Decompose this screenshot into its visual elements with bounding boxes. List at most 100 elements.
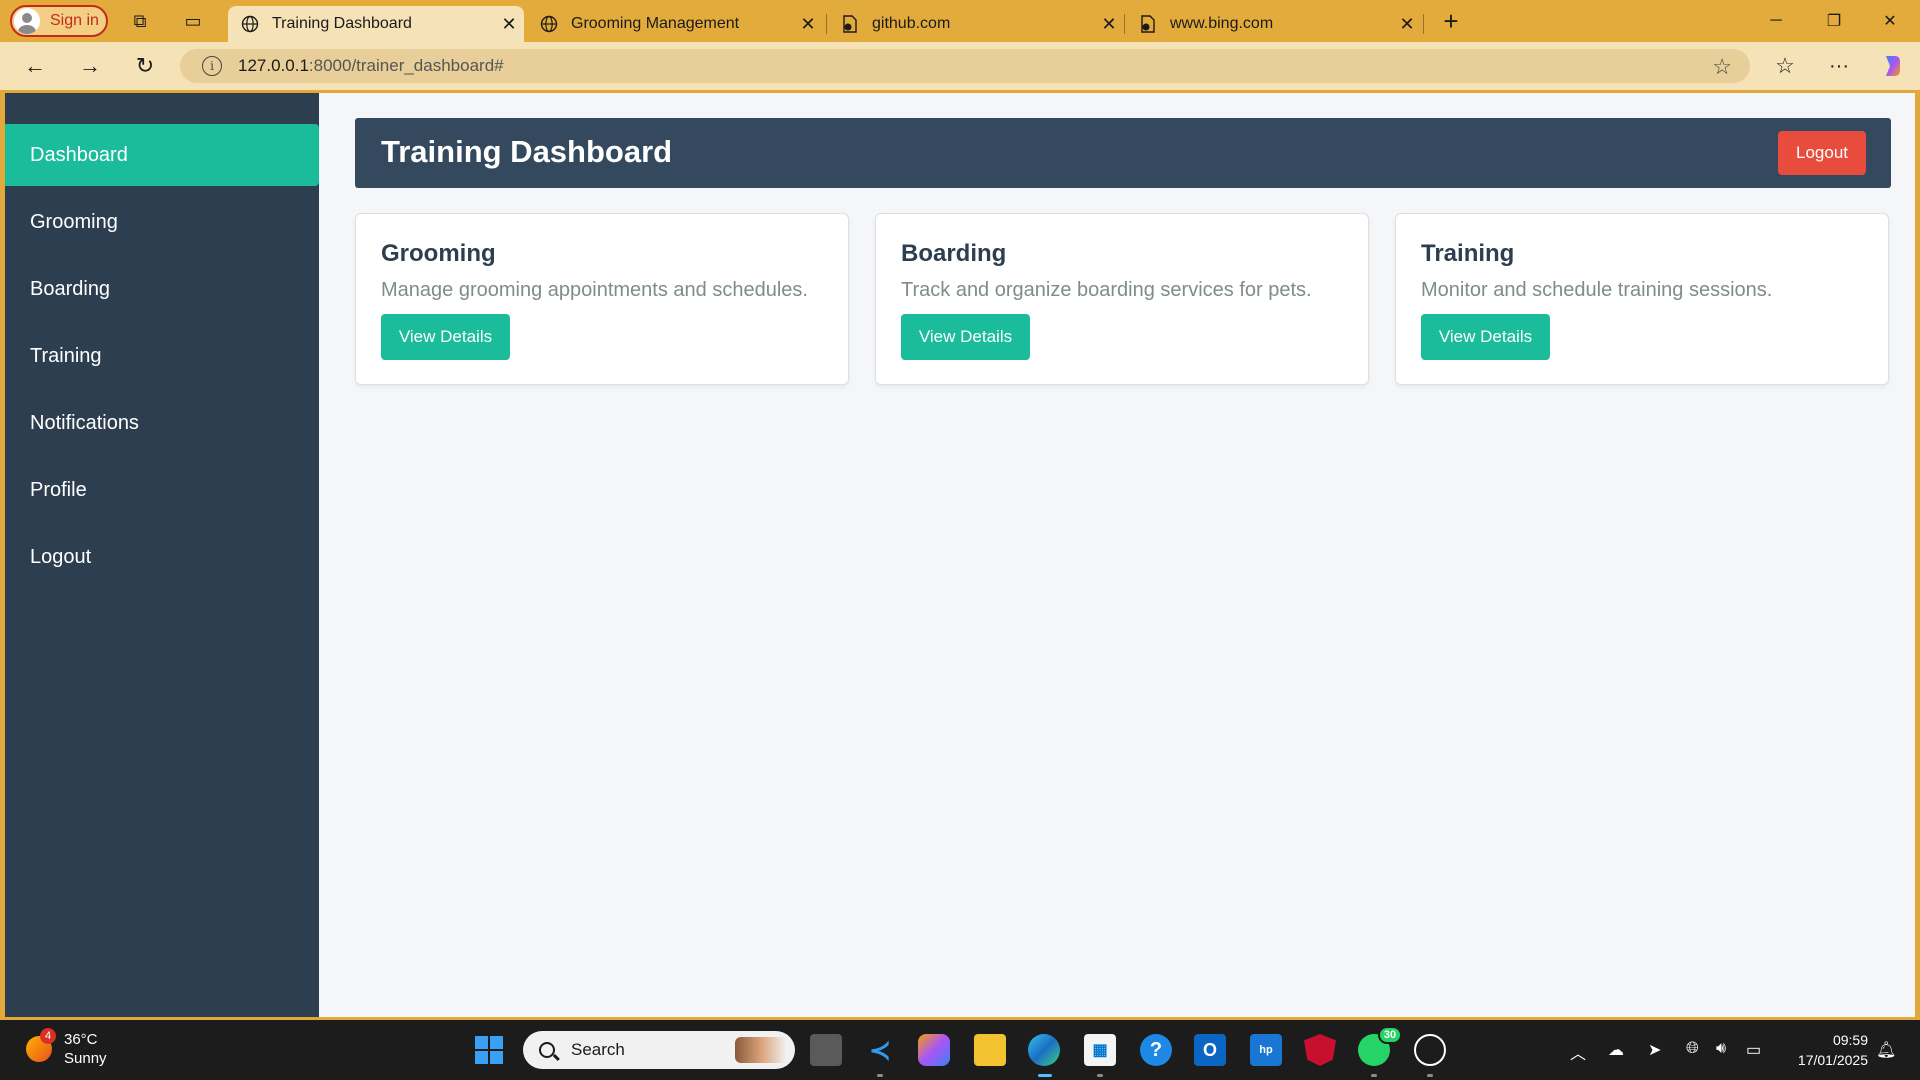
temperature: 36°C (64, 1031, 98, 1048)
view-details-button[interactable]: View Details (901, 314, 1030, 360)
taskbar-search[interactable]: Search (523, 1031, 795, 1069)
restore-icon[interactable]: ❐ (1806, 0, 1862, 42)
edge-icon[interactable] (1028, 1034, 1060, 1066)
new-tab-icon[interactable]: + (1439, 6, 1463, 36)
sign-in-label: Sign in (50, 12, 99, 29)
store-icon[interactable]: ▦ (1084, 1034, 1116, 1066)
sign-in-button[interactable]: Sign in (10, 5, 108, 37)
whatsapp-icon[interactable]: 30 (1358, 1026, 1402, 1066)
favorite-star-icon[interactable]: ☆ (1712, 54, 1732, 80)
tab-training-dashboard[interactable]: Training Dashboard ✕ (228, 6, 524, 42)
clock[interactable]: 09:59 17/01/2025 (1798, 1030, 1868, 1070)
tab-github[interactable]: github.com ✕ (828, 6, 1124, 42)
running-app-indicator (877, 1074, 883, 1077)
card-title: Boarding (901, 240, 1007, 267)
close-icon[interactable]: ✕ (494, 14, 524, 35)
sidebar-item-boarding[interactable]: Boarding (5, 258, 319, 320)
tab-grooming-management[interactable]: Grooming Management ✕ (527, 6, 823, 42)
page-title: Training Dashboard (381, 134, 673, 169)
card-grooming: Grooming Manage grooming appointments an… (355, 213, 849, 385)
copilot-icon[interactable] (1878, 52, 1908, 80)
forward-icon[interactable]: → (75, 52, 105, 80)
onedrive-icon[interactable]: ☁ (1608, 1040, 1624, 1060)
card-description: Track and organize boarding services for… (901, 279, 1312, 301)
weather-badge: 4 (40, 1028, 56, 1044)
running-app-indicator (1371, 1074, 1377, 1077)
sidebar: Dashboard Grooming Boarding Training Not… (5, 93, 319, 1017)
card-title: Training (1421, 240, 1515, 267)
weather-condition: Sunny (64, 1050, 107, 1067)
taskbar: 4 36°C Sunny Search ≺ ▦ ? O hp 30 ︿ ☁ ➤ … (0, 1020, 1920, 1080)
globe-icon (240, 14, 260, 34)
logout-button[interactable]: Logout (1778, 131, 1866, 175)
search-icon (539, 1042, 555, 1058)
copilot-app-icon[interactable] (918, 1034, 950, 1066)
weather-sun-icon: 4 (26, 1028, 56, 1062)
window-close-icon[interactable]: ✕ (1862, 0, 1918, 42)
profile-avatar-icon (14, 8, 40, 34)
card-title: Grooming (381, 240, 496, 267)
tab-divider (826, 14, 827, 34)
mcafee-icon[interactable] (1304, 1034, 1336, 1066)
battery-icon[interactable]: ▭ (1746, 1040, 1761, 1060)
network-icon[interactable]: 🌐︎ (1686, 1040, 1699, 1058)
whatsapp-badge: 30 (1378, 1026, 1402, 1044)
notification-bell-icon[interactable]: 🔔︎ (1876, 1040, 1896, 1060)
tab-title: www.bing.com (1170, 15, 1274, 32)
sidebar-item-label: Logout (30, 545, 92, 568)
tab-bing[interactable]: www.bing.com ✕ (1126, 6, 1422, 42)
url-text[interactable]: 127.0.0.1:8000/trainer_dashboard# (238, 56, 504, 76)
start-icon[interactable] (473, 1034, 505, 1066)
tab-actions-icon[interactable]: ▭ (181, 9, 205, 33)
browser-toolbar: ← → ↻ i 127.0.0.1:8000/trainer_dashboard… (0, 42, 1920, 90)
sidebar-item-training[interactable]: Training (5, 325, 319, 387)
favorites-icon[interactable]: ☆ (1770, 52, 1800, 80)
sidebar-item-grooming[interactable]: Grooming (5, 191, 319, 253)
search-label: Search (571, 1040, 625, 1059)
volume-icon[interactable]: 🔊︎ (1716, 1040, 1726, 1058)
help-icon[interactable]: ? (1140, 1034, 1172, 1066)
minimize-icon[interactable]: ─ (1748, 0, 1804, 42)
close-icon[interactable]: ✕ (1392, 14, 1422, 35)
workspaces-icon[interactable]: ⧉ (128, 9, 152, 33)
chatgpt-icon[interactable] (1414, 1034, 1446, 1066)
task-view-icon[interactable] (810, 1034, 842, 1066)
more-options-icon[interactable]: ··· (1824, 52, 1854, 80)
card-training: Training Monitor and schedule training s… (1395, 213, 1889, 385)
back-icon[interactable]: ← (20, 52, 50, 80)
tab-title: Training Dashboard (272, 15, 412, 32)
view-details-button[interactable]: View Details (381, 314, 510, 360)
sidebar-item-label: Notifications (30, 411, 139, 434)
refresh-icon[interactable]: ↻ (130, 52, 160, 80)
main-content: Training Dashboard Logout Grooming Manag… (319, 93, 1915, 1017)
myhp-icon[interactable]: hp (1250, 1034, 1282, 1066)
close-icon[interactable]: ✕ (1094, 14, 1124, 35)
browser-tab-strip: Sign in ⧉ ▭ Training Dashboard ✕ Groomin… (0, 0, 1920, 42)
url-host: 127.0.0.1 (238, 56, 309, 75)
location-icon[interactable]: ➤ (1648, 1040, 1661, 1060)
sidebar-item-profile[interactable]: Profile (5, 459, 319, 521)
view-details-button[interactable]: View Details (1421, 314, 1550, 360)
close-icon[interactable]: ✕ (793, 14, 823, 35)
chevron-up-icon[interactable]: ︿ (1570, 1040, 1586, 1064)
search-highlight-image (735, 1037, 787, 1063)
sidebar-item-logout[interactable]: Logout (5, 526, 319, 588)
vscode-icon[interactable]: ≺ (864, 1034, 896, 1066)
tab-title: Grooming Management (571, 15, 740, 32)
card-boarding: Boarding Track and organize boarding ser… (875, 213, 1369, 385)
file-explorer-icon[interactable] (974, 1034, 1006, 1066)
page-error-icon (840, 14, 860, 34)
outlook-icon[interactable]: O (1194, 1034, 1226, 1066)
weather-widget[interactable]: 4 36°C Sunny (26, 1028, 107, 1068)
site-info-icon[interactable]: i (202, 56, 222, 76)
globe-icon (539, 14, 559, 34)
sidebar-item-label: Grooming (30, 210, 118, 233)
card-description: Monitor and schedule training sessions. (1421, 279, 1773, 301)
page: Dashboard Grooming Boarding Training Not… (5, 93, 1915, 1017)
sidebar-item-notifications[interactable]: Notifications (5, 392, 319, 454)
sidebar-item-dashboard[interactable]: Dashboard (5, 124, 319, 186)
address-bar[interactable]: i 127.0.0.1:8000/trainer_dashboard# ☆ (180, 49, 1750, 83)
tab-divider (1124, 14, 1125, 34)
page-error-icon (1138, 14, 1158, 34)
sidebar-item-label: Dashboard (30, 143, 128, 166)
